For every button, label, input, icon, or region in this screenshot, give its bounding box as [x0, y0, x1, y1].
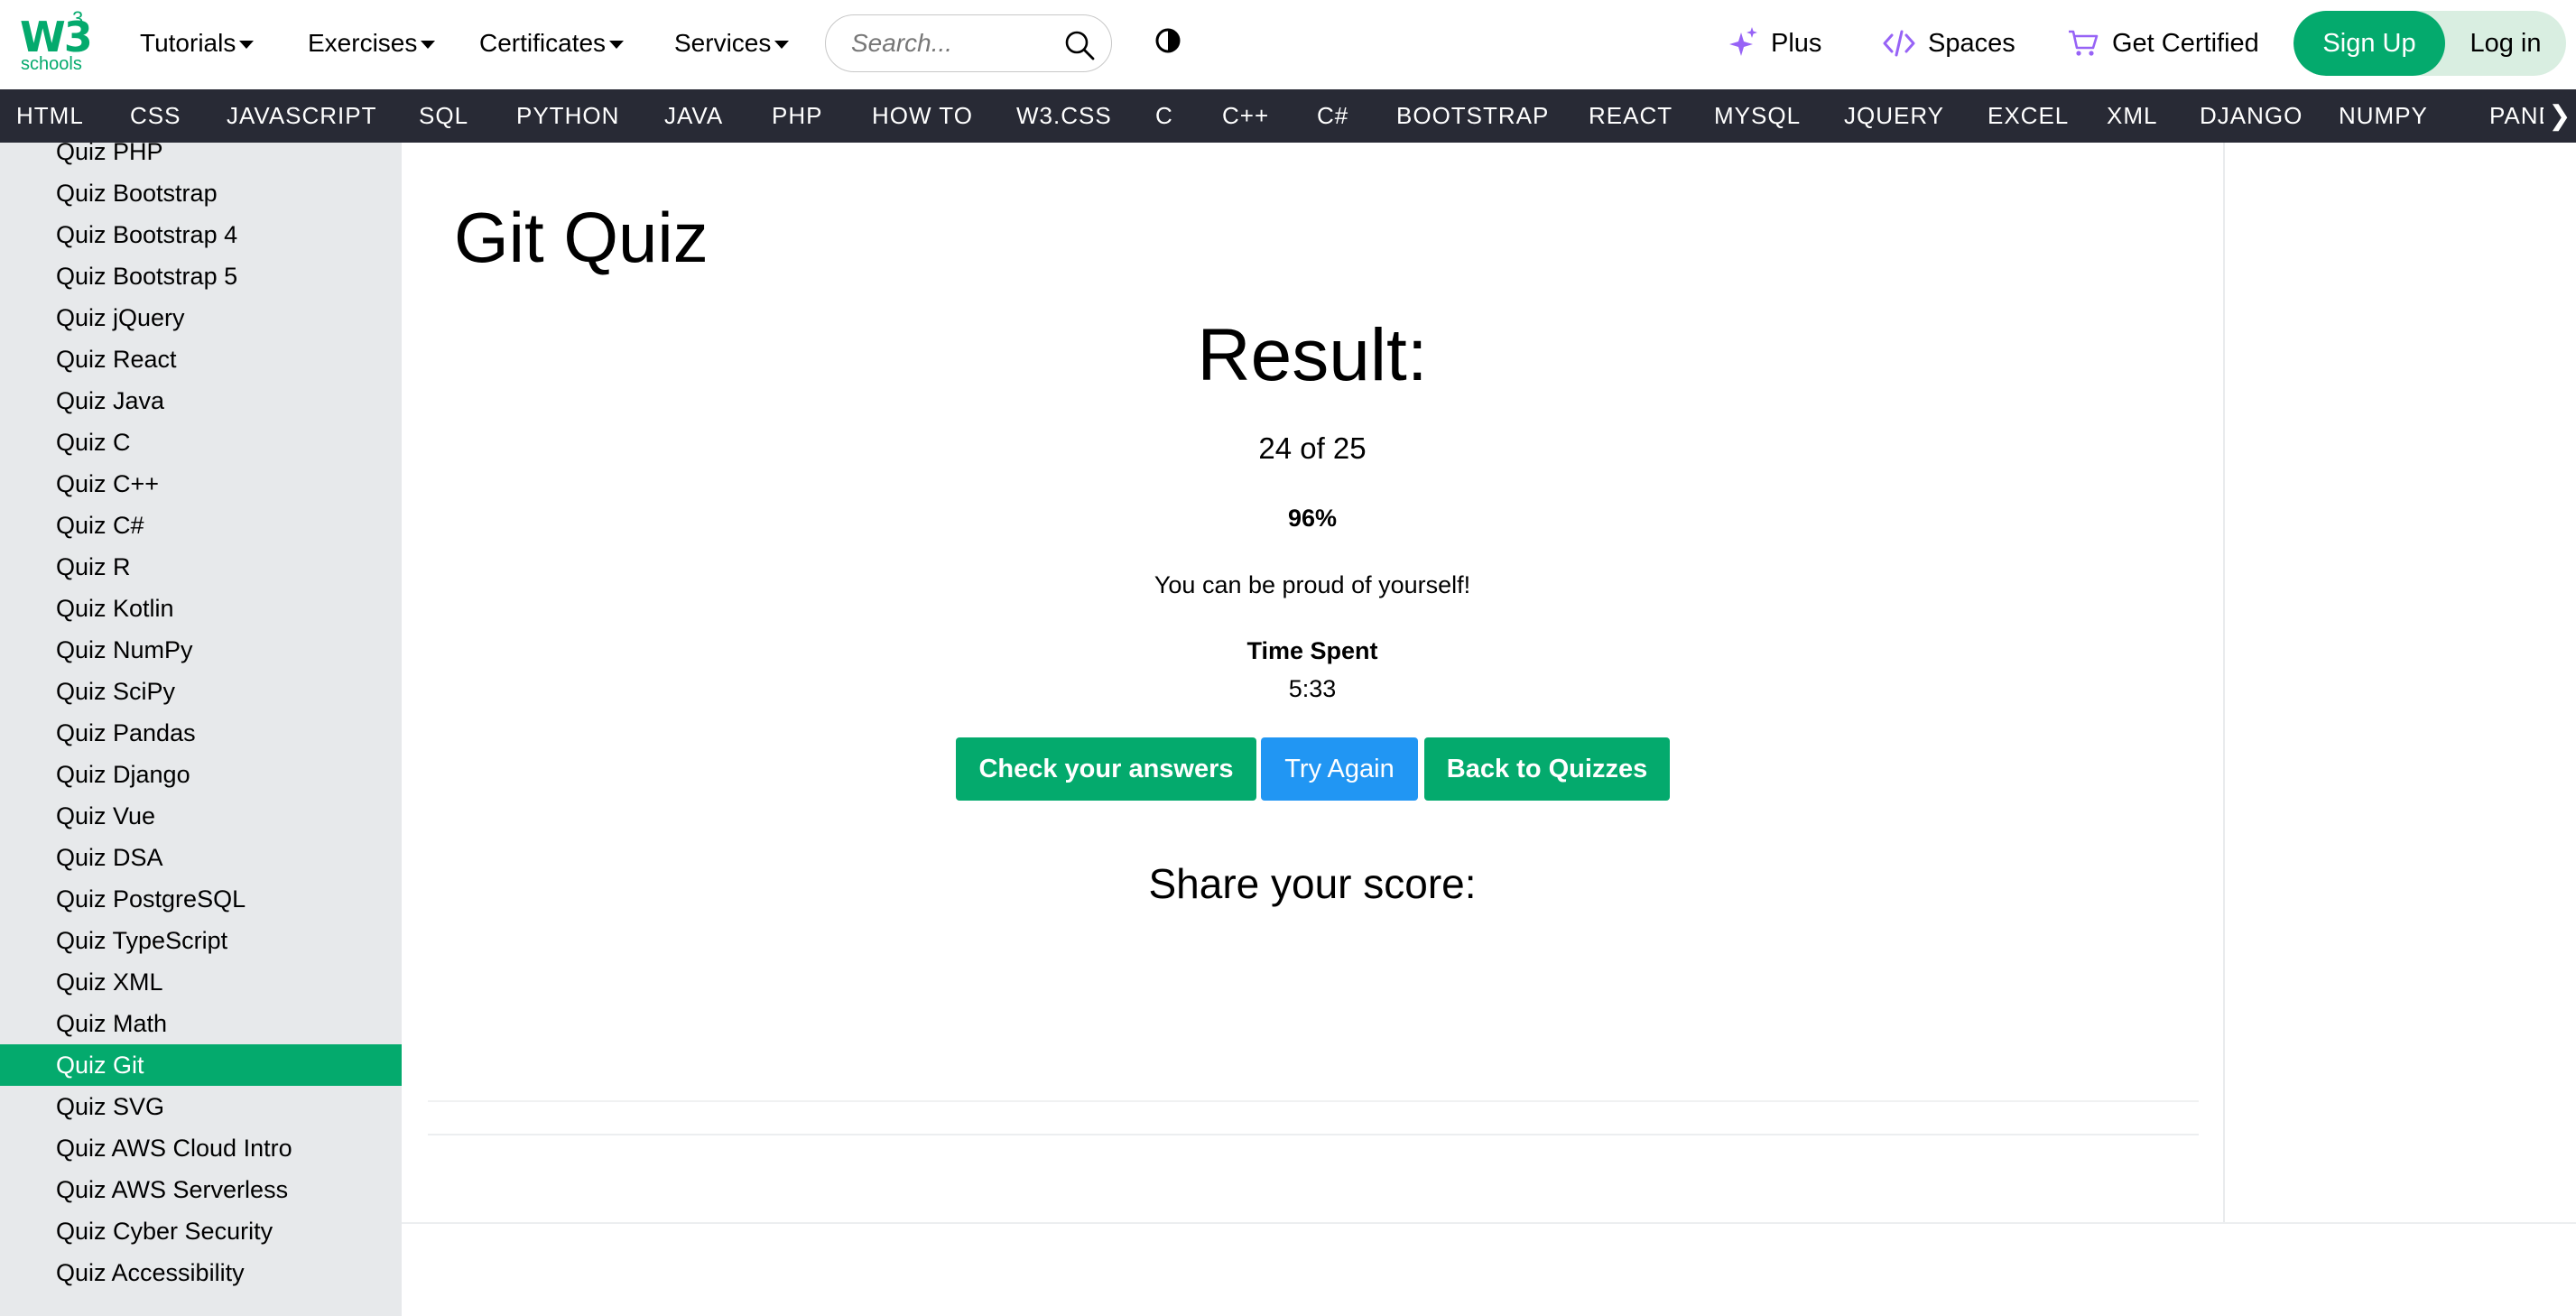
sidebar-item-active[interactable]: Quiz Git [0, 1044, 402, 1086]
top-header: W3 3 schools Tutorials Exercises Certifi… [0, 0, 2576, 89]
caret-down-icon [421, 41, 436, 49]
topic-link[interactable]: PHP [772, 89, 822, 143]
sparkle-icon [1729, 27, 1757, 56]
sidebar: Quiz PHP Quiz Bootstrap Quiz Bootstrap 4… [0, 143, 402, 1316]
topic-link[interactable]: W3.CSS [1016, 89, 1112, 143]
topic-link[interactable]: HOW TO [872, 89, 973, 143]
nav-certificates-label: Certificates [479, 29, 607, 57]
right-column-divider [2223, 143, 2225, 1224]
caret-down-icon [239, 41, 255, 49]
topic-link[interactable]: CSS [130, 89, 181, 143]
sidebar-item[interactable]: Quiz Vue [0, 795, 402, 837]
w3schools-logo[interactable]: W3 3 schools [20, 7, 93, 76]
sidebar-item[interactable]: Quiz SciPy [0, 671, 402, 712]
log-in-button[interactable]: Log in [2445, 11, 2566, 76]
logo-schools: schools [21, 54, 82, 74]
plus-link[interactable]: Plus [1729, 25, 1821, 61]
divider [428, 1134, 2199, 1135]
topic-link[interactable]: MYSQL [1714, 89, 1801, 143]
get-certified-label: Get Certified [2112, 28, 2259, 58]
check-answers-button[interactable]: Check your answers [956, 737, 1256, 801]
plus-label: Plus [1771, 28, 1822, 58]
sidebar-item[interactable]: Quiz NumPy [0, 629, 402, 671]
sidebar-item[interactable]: Quiz TypeScript [0, 920, 402, 961]
topic-link[interactable]: BOOTSTRAP [1396, 89, 1549, 143]
topic-link[interactable]: C [1155, 89, 1173, 143]
topic-link[interactable]: JAVA [664, 89, 723, 143]
sidebar-item[interactable]: Quiz Bootstrap 4 [0, 214, 402, 255]
sidebar-item[interactable]: Quiz React [0, 338, 402, 380]
sidebar-item[interactable]: Quiz C [0, 422, 402, 463]
topic-link[interactable]: XML [2107, 89, 2157, 143]
spaces-label: Spaces [1928, 28, 2015, 58]
sidebar-item[interactable]: Quiz C++ [0, 463, 402, 505]
sidebar-item[interactable]: Quiz Cyber Security [0, 1210, 402, 1252]
sidebar-item[interactable]: Quiz R [0, 546, 402, 588]
time-spent-label: Time Spent [1246, 637, 1378, 664]
nav-exercises[interactable]: Exercises [308, 23, 436, 63]
topic-link[interactable]: PYTHON [516, 89, 619, 143]
sidebar-item[interactable]: Quiz SVG [0, 1086, 402, 1127]
nav-services[interactable]: Services [674, 23, 790, 63]
time-spent-value: 5:33 [1288, 675, 1337, 702]
get-certified-link[interactable]: Get Certified [2067, 25, 2259, 61]
sidebar-item[interactable]: Quiz XML [0, 961, 402, 1003]
auth-buttons: Sign Up Log in [2293, 11, 2566, 76]
sidebar-item[interactable]: Quiz Pandas [0, 712, 402, 754]
sidebar-item[interactable]: Quiz Bootstrap [0, 172, 402, 214]
topic-link[interactable]: DJANGO [2200, 89, 2303, 143]
topic-link[interactable]: JQUERY [1844, 89, 1944, 143]
result-heading: Result: [1197, 314, 1428, 396]
topic-link[interactable]: C# [1317, 89, 1348, 143]
sidebar-item[interactable]: Quiz AWS Cloud Intro [0, 1127, 402, 1169]
footer-divider [402, 1222, 2576, 1224]
topic-link[interactable]: EXCEL [1988, 89, 2069, 143]
search-input[interactable] [851, 26, 1059, 60]
sidebar-item[interactable]: Quiz PHP [0, 143, 402, 172]
code-icon [1883, 30, 1915, 57]
caret-down-icon [774, 41, 790, 49]
back-to-quizzes-button[interactable]: Back to Quizzes [1424, 737, 1670, 801]
sidebar-item[interactable]: Quiz Bootstrap 5 [0, 255, 402, 297]
search-icon[interactable] [1062, 28, 1097, 62]
topic-link[interactable]: HTML [16, 89, 84, 143]
topic-navbar: HTML CSS JAVASCRIPT SQL PYTHON JAVA PHP … [0, 89, 2576, 143]
sidebar-item[interactable]: Quiz Accessibility [0, 1252, 402, 1293]
sidebar-item[interactable]: Quiz Django [0, 754, 402, 795]
sidebar-item[interactable]: Quiz AWS Serverless [0, 1169, 402, 1210]
score-percent: 96% [1287, 505, 1338, 532]
caret-down-icon [609, 41, 625, 49]
topic-link[interactable]: NUMPY [2339, 89, 2428, 143]
score-text: 24 of 25 [1258, 431, 1367, 465]
sidebar-item[interactable]: Quiz jQuery [0, 297, 402, 338]
sidebar-item[interactable]: Quiz DSA [0, 837, 402, 878]
nav-tutorials-label: Tutorials [140, 29, 236, 57]
topic-link[interactable]: C++ [1222, 89, 1269, 143]
search-box [825, 14, 1112, 72]
sidebar-item[interactable]: Quiz Java [0, 380, 402, 422]
share-score-heading: Share your score: [1148, 860, 1477, 907]
sidebar-item[interactable]: Quiz Math [0, 1003, 402, 1044]
result-message: You can be proud of yourself! [1154, 571, 1471, 598]
page-title: Git Quiz [454, 198, 709, 277]
dark-mode-toggle-icon[interactable] [1154, 27, 1181, 54]
topic-link[interactable]: REACT [1589, 89, 1673, 143]
scroll-right-chevron-icon[interactable]: ❯ [2544, 89, 2576, 143]
logo-superscript: 3 [72, 7, 84, 30]
cart-icon [2069, 30, 2099, 56]
sidebar-item[interactable]: Quiz C# [0, 505, 402, 546]
nav-certificates[interactable]: Certificates [479, 23, 625, 63]
nav-services-label: Services [674, 29, 772, 57]
sidebar-item[interactable]: Quiz PostgreSQL [0, 878, 402, 920]
topic-link[interactable]: JAVASCRIPT [227, 89, 377, 143]
topic-link[interactable]: SQL [419, 89, 468, 143]
nav-tutorials[interactable]: Tutorials [140, 23, 255, 63]
sidebar-item[interactable]: Quiz Kotlin [0, 588, 402, 629]
spaces-link[interactable]: Spaces [1883, 25, 2015, 61]
try-again-button[interactable]: Try Again [1261, 737, 1418, 801]
sign-up-button[interactable]: Sign Up [2293, 11, 2445, 76]
nav-exercises-label: Exercises [308, 29, 418, 57]
divider [428, 1100, 2199, 1102]
